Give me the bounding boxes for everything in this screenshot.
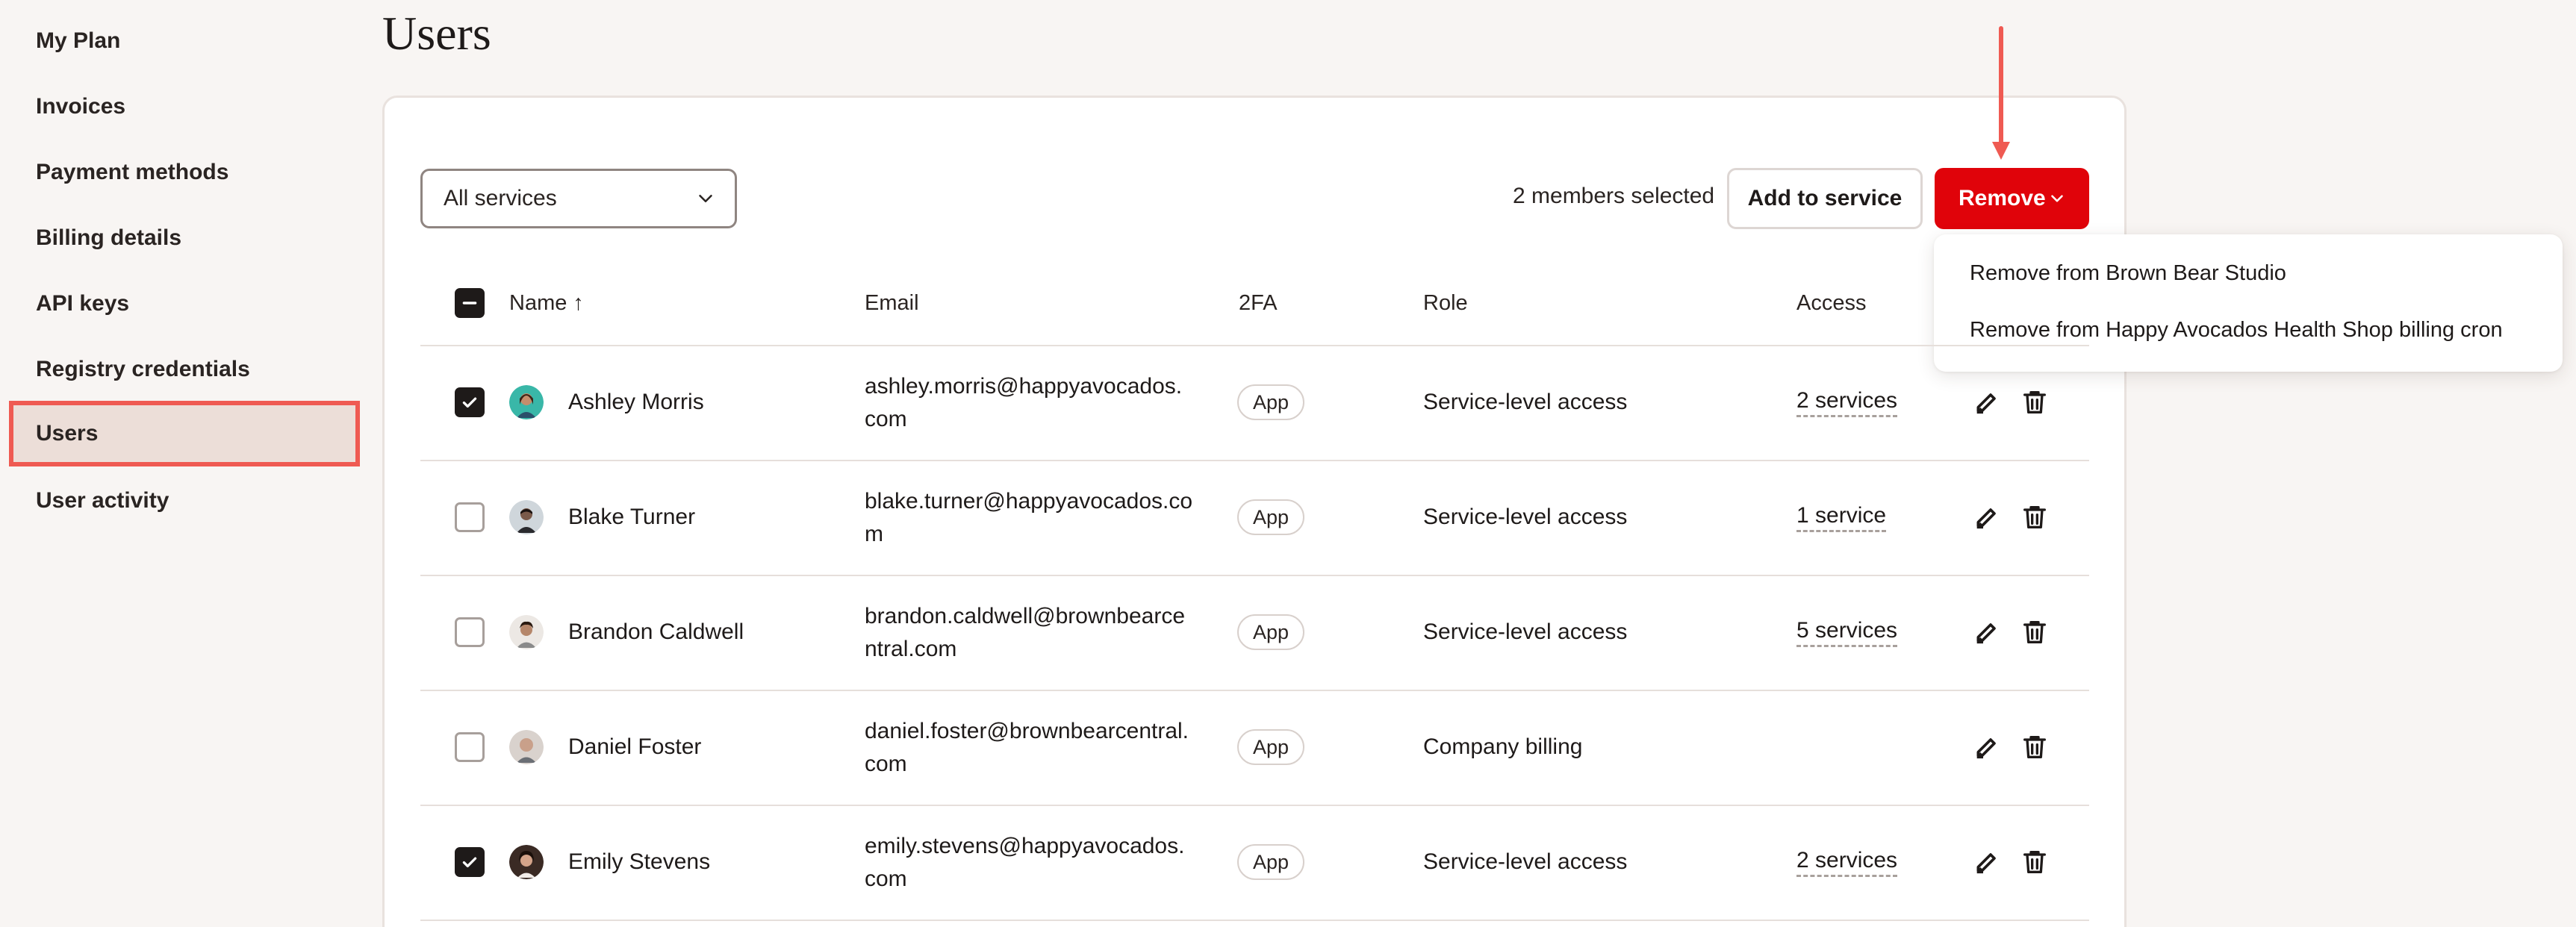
- 2fa-badge: App: [1237, 844, 1304, 880]
- sidebar-item-my-plan[interactable]: My Plan: [9, 8, 360, 74]
- user-name: Brandon Caldwell: [568, 619, 744, 644]
- edit-icon[interactable]: [1972, 847, 2002, 877]
- header-email: Email: [865, 291, 919, 315]
- 2fa-badge: App: [1237, 499, 1304, 535]
- edit-icon[interactable]: [1972, 502, 2002, 532]
- sidebar-item-api-keys[interactable]: API keys: [9, 271, 360, 337]
- sidebar: My Plan Invoices Payment methods Billing…: [0, 0, 366, 927]
- remove-from-happy-avocados-billing-cron[interactable]: Remove from Happy Avocados Health Shop b…: [1970, 318, 2503, 343]
- header-role: Role: [1423, 291, 1468, 315]
- 2fa-badge: App: [1237, 729, 1304, 765]
- access-services-link[interactable]: 1 service: [1796, 503, 1887, 532]
- user-role: Service-level access: [1423, 619, 1628, 644]
- row-checkbox[interactable]: [455, 502, 485, 532]
- avatar: [509, 845, 544, 879]
- edit-icon[interactable]: [1972, 387, 2002, 417]
- 2fa-badge: App: [1237, 614, 1304, 650]
- user-email: brandon.caldwell@brownbearcentral.com: [865, 604, 1186, 661]
- divider: [420, 460, 2089, 461]
- user-email: blake.turner@happyavocados.com: [865, 489, 1193, 546]
- selected-count: 2 members selected: [1513, 184, 1715, 208]
- edit-icon[interactable]: [1972, 732, 2002, 762]
- user-role: Service-level access: [1423, 505, 1628, 529]
- trash-icon[interactable]: [2020, 502, 2050, 532]
- divider: [420, 345, 2089, 346]
- divider: [420, 920, 2089, 921]
- access-services-link[interactable]: 2 services: [1796, 388, 1898, 417]
- trash-icon[interactable]: [2020, 617, 2050, 647]
- remove-button-label: Remove: [1959, 186, 2046, 210]
- service-filter-value: All services: [444, 186, 557, 210]
- user-role: Service-level access: [1423, 849, 1628, 874]
- avatar: [509, 730, 544, 764]
- header-name[interactable]: Name ↑: [509, 291, 584, 316]
- remove-button[interactable]: Remove: [1935, 168, 2089, 229]
- trash-icon[interactable]: [2020, 732, 2050, 762]
- annotation-arrow-icon: [1992, 26, 2010, 160]
- divider: [420, 575, 2089, 576]
- avatar: [509, 615, 544, 649]
- sidebar-item-payment-methods[interactable]: Payment methods: [9, 140, 360, 205]
- sidebar-item-invoices[interactable]: Invoices: [9, 74, 360, 140]
- trash-icon[interactable]: [2020, 387, 2050, 417]
- user-role: Service-level access: [1423, 390, 1628, 414]
- trash-icon[interactable]: [2020, 847, 2050, 877]
- sidebar-item-billing-details[interactable]: Billing details: [9, 205, 360, 271]
- check-icon: [462, 397, 477, 408]
- user-name: Blake Turner: [568, 505, 696, 529]
- access-services-link[interactable]: 2 services: [1796, 848, 1898, 877]
- page-title: Users: [382, 7, 491, 60]
- user-email: ashley.morris@happyavocados.com: [865, 374, 1183, 431]
- header-2fa: 2FA: [1239, 291, 1278, 315]
- sidebar-item-user-activity[interactable]: User activity: [9, 468, 360, 534]
- service-filter-select[interactable]: All services: [420, 169, 737, 228]
- add-to-service-button[interactable]: Add to service: [1727, 168, 1923, 229]
- row-checkbox[interactable]: [455, 732, 485, 762]
- chevron-down-icon: [699, 195, 712, 202]
- user-name: Daniel Foster: [568, 734, 702, 759]
- sidebar-item-registry-credentials[interactable]: Registry credentials: [9, 337, 360, 402]
- user-name: Ashley Morris: [568, 390, 704, 414]
- edit-icon[interactable]: [1972, 617, 2002, 647]
- remove-from-brown-bear-studio[interactable]: Remove from Brown Bear Studio: [1970, 261, 2286, 286]
- user-email: emily.stevens@happyavocados.com: [865, 834, 1185, 891]
- divider: [420, 690, 2089, 691]
- check-icon: [462, 857, 477, 868]
- avatar: [509, 500, 544, 534]
- sidebar-item-users[interactable]: Users: [9, 401, 360, 466]
- 2fa-badge: App: [1237, 384, 1304, 420]
- avatar: [509, 385, 544, 419]
- row-checkbox[interactable]: [455, 617, 485, 647]
- select-all-checkbox[interactable]: [455, 288, 485, 318]
- minus-icon: [462, 302, 477, 305]
- remove-dropdown-menu: Remove from Brown Bear Studio Remove fro…: [1934, 234, 2563, 372]
- header-access: Access: [1796, 291, 1867, 315]
- user-role: Company billing: [1423, 734, 1583, 759]
- user-email: daniel.foster@brownbearcentral.com: [865, 719, 1189, 776]
- access-services-link[interactable]: 5 services: [1796, 618, 1898, 647]
- row-checkbox[interactable]: [455, 847, 485, 877]
- row-checkbox[interactable]: [455, 387, 485, 417]
- divider: [420, 805, 2089, 806]
- user-name: Emily Stevens: [568, 849, 711, 874]
- chevron-down-icon: [2051, 195, 2063, 202]
